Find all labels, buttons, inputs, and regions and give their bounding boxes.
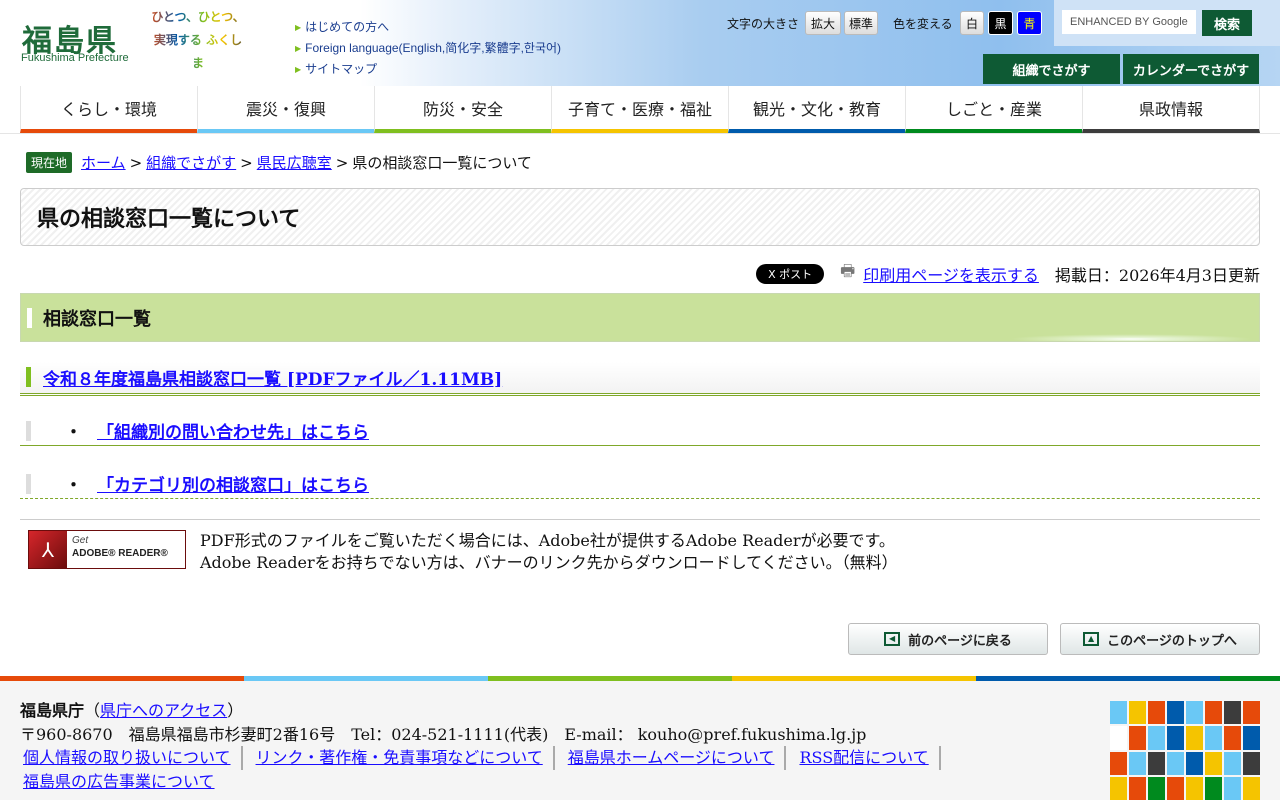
pdf-heading: 令和８年度福島県相談窓口一覧 [PDFファイル／1.11MB] bbox=[20, 362, 1260, 396]
divider bbox=[0, 133, 1280, 134]
pdf-link[interactable]: 令和８年度福島県相談窓口一覧 [PDFファイル／1.11MB] bbox=[43, 365, 502, 390]
breadcrumb-dept[interactable]: 県民広聴室 bbox=[257, 152, 332, 173]
footer: 福島県庁（県庁へのアクセス） 〒960-8670 福島県福島市杉妻町2番16号 … bbox=[0, 681, 1280, 800]
nav-welfare[interactable]: 子育て・医療・福祉 bbox=[551, 86, 728, 133]
sub-link-row: ・ 「組織別の問い合わせ先」はこちら bbox=[20, 416, 1260, 446]
footer-illustration bbox=[1110, 701, 1260, 800]
breadcrumb-home[interactable]: ホーム bbox=[81, 152, 126, 173]
color-label: 色を変える bbox=[893, 17, 953, 31]
footer-link-copyright[interactable]: リンク・著作権・免責事項などについて bbox=[253, 746, 555, 770]
color-black-button[interactable]: 黒 bbox=[988, 11, 1013, 35]
section-heading: 相談窓口一覧 bbox=[20, 293, 1260, 342]
color-blue-button[interactable]: 青 bbox=[1017, 11, 1042, 35]
logo-subtitle: Fukushima Prefecture bbox=[21, 52, 129, 64]
breadcrumb-org[interactable]: 組織でさがす bbox=[146, 152, 236, 173]
link-first-time[interactable]: はじめての方へ bbox=[295, 17, 561, 38]
page-title: 県の相談窓口一覧について bbox=[20, 188, 1260, 246]
link-sitemap[interactable]: サイトマップ bbox=[295, 59, 561, 80]
adobe-notice: PDF形式のファイルをご覧いただく場合には、Adobe社が提供するAdobe R… bbox=[200, 530, 898, 574]
page-top-button[interactable]: ▲ このページのトップへ bbox=[1060, 623, 1260, 655]
bullet: ・ bbox=[65, 476, 82, 496]
search-button[interactable]: 検索 bbox=[1202, 10, 1252, 36]
category-contacts-link[interactable]: 「カテゴリ別の相談窓口」はこちら bbox=[97, 471, 369, 496]
print-link[interactable]: 印刷用ページを表示する bbox=[863, 262, 1039, 286]
adobe-notice-line: PDF形式のファイルをご覧いただく場合には、Adobe社が提供するAdobe R… bbox=[200, 531, 895, 550]
adobe-icon: ⅄ bbox=[29, 531, 67, 568]
footer-link-about[interactable]: 福島県ホームページについて bbox=[565, 746, 787, 770]
back-arrow-icon: ◀ bbox=[884, 632, 901, 646]
header: 福島県 Fukushima Prefecture ひとつ、ひとつ、実現する ふく… bbox=[0, 0, 1280, 86]
footer-org: 福島県庁 bbox=[20, 701, 85, 720]
up-arrow-icon: ▲ bbox=[1083, 632, 1100, 646]
adobe-reader-banner[interactable]: ⅄ Get ADOBE® READER® bbox=[28, 530, 186, 569]
breadcrumb: 現在地 ホーム > 組織でさがす > 県民広聴室 > 県の相談窓口一覧について bbox=[26, 152, 532, 173]
heading-bar bbox=[26, 367, 31, 387]
org-contacts-link[interactable]: 「組織別の問い合わせ先」はこちら bbox=[97, 418, 369, 443]
banner-name: ADOBE® READER® bbox=[72, 548, 168, 559]
x-post-button[interactable]: X ポスト bbox=[756, 263, 825, 284]
heading-bar bbox=[26, 474, 31, 494]
bullet: ・ bbox=[65, 423, 82, 443]
footer-link-rss[interactable]: RSS配信について bbox=[796, 746, 941, 770]
search-input[interactable]: ENHANCED BY Google bbox=[1062, 10, 1196, 34]
back-button[interactable]: ◀ 前のページに戻る bbox=[848, 623, 1048, 655]
footer-link-privacy[interactable]: 個人情報の取り扱いについて bbox=[20, 746, 243, 770]
org-search-button[interactable]: 組織でさがす bbox=[983, 54, 1120, 84]
nav-living[interactable]: くらし・環境 bbox=[20, 86, 197, 133]
back-label: 前のページに戻る bbox=[908, 633, 1012, 649]
font-size-label: 文字の大きさ bbox=[727, 17, 800, 31]
banner-get: Get bbox=[72, 535, 89, 546]
printer-icon: 🖶 bbox=[840, 261, 856, 280]
footer-links: 個人情報の取り扱いについて リンク・著作権・免責事項などについて 福島県ホームペ… bbox=[20, 746, 960, 794]
breadcrumb-sep: > bbox=[240, 153, 253, 172]
header-links: はじめての方へ Foreign language(English,简化字,繁體字… bbox=[295, 17, 561, 80]
calendar-search-button[interactable]: カレンダーでさがす bbox=[1123, 54, 1259, 84]
nav-tourism[interactable]: 観光・文化・教育 bbox=[728, 86, 905, 133]
breadcrumb-sep: > bbox=[335, 153, 349, 172]
nav-disaster-recovery[interactable]: 震災・復興 bbox=[197, 86, 374, 133]
top-label: このページのトップへ bbox=[1107, 633, 1237, 649]
global-nav: くらし・環境 震災・復興 防災・安全 子育て・医療・福祉 観光・文化・教育 しご… bbox=[20, 86, 1260, 133]
updated-date: 掲載日：2026年4月3日更新 bbox=[1054, 265, 1260, 285]
footer-link-ads[interactable]: 福島県の広告事業について bbox=[20, 770, 225, 794]
page-meta: X ポスト 🖶 印刷用ページを表示する 掲載日：2026年4月3日更新 bbox=[756, 260, 1260, 287]
nav-industry[interactable]: しごと・産業 bbox=[905, 86, 1082, 133]
nav-government[interactable]: 県政情報 bbox=[1082, 86, 1260, 133]
access-link[interactable]: 県庁へのアクセス bbox=[100, 701, 227, 720]
nav-safety[interactable]: 防災・安全 bbox=[374, 86, 551, 133]
breadcrumb-sep: > bbox=[129, 153, 143, 172]
footer-address: 〒960-8670 福島県福島市杉妻町2番16号 Tel：024-521-111… bbox=[20, 725, 867, 744]
font-large-button[interactable]: 拡大 bbox=[805, 11, 841, 35]
breadcrumb-current: 県の相談窓口一覧について bbox=[352, 154, 532, 172]
sub-link-row: ・ 「カテゴリ別の相談窓口」はこちら bbox=[20, 469, 1260, 499]
heading-bar bbox=[26, 421, 31, 441]
link-foreign-language[interactable]: Foreign language(English,简化字,繁體字,한국어) bbox=[295, 38, 561, 59]
slogan-logo: ひとつ、ひとつ、実現する ふくしま bbox=[148, 6, 248, 80]
current-location-badge: 現在地 bbox=[26, 152, 73, 173]
adobe-notice-line: Adobe Readerをお持ちでない方は、バナーのリンク先からダウンロードして… bbox=[200, 553, 898, 572]
divider bbox=[20, 519, 1260, 520]
color-white-button[interactable]: 白 bbox=[960, 11, 984, 35]
font-normal-button[interactable]: 標準 bbox=[844, 11, 878, 35]
